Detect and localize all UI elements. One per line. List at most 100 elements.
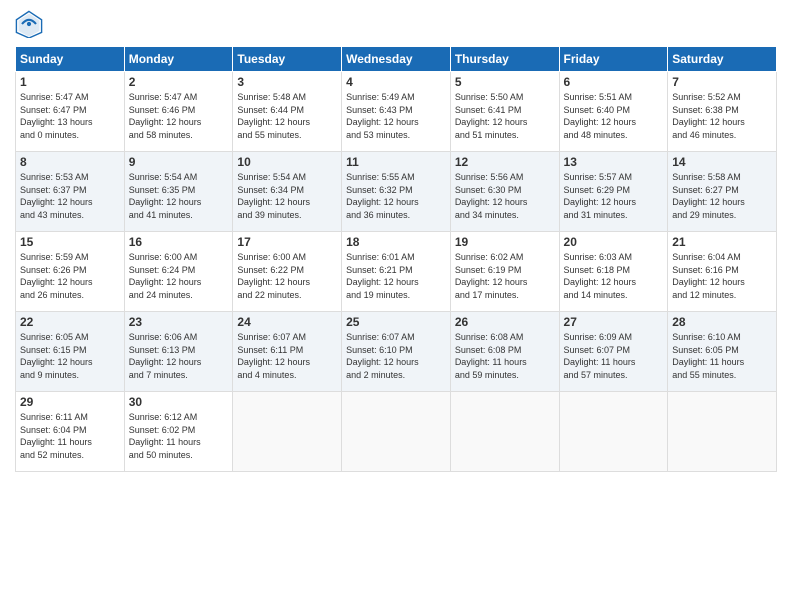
day-number: 4 [346,75,446,89]
calendar-cell [450,392,559,472]
day-info: Sunrise: 6:11 AMSunset: 6:04 PMDaylight:… [20,411,120,461]
day-number: 6 [564,75,664,89]
calendar-cell: 20 Sunrise: 6:03 AMSunset: 6:18 PMDayligh… [559,232,668,312]
calendar-cell: 29 Sunrise: 6:11 AMSunset: 6:04 PMDayligh… [16,392,125,472]
day-info: Sunrise: 5:57 AMSunset: 6:29 PMDaylight:… [564,171,664,221]
calendar-cell [233,392,342,472]
day-number: 22 [20,315,120,329]
calendar-cell: 17Sunrise: 6:00 AMSunset: 6:22 PMDayligh… [233,232,342,312]
calendar-cell: 24 Sunrise: 6:07 AMSunset: 6:11 PMDayligh… [233,312,342,392]
calendar-cell: 9 Sunrise: 5:54 AMSunset: 6:35 PMDaylight… [124,152,233,232]
day-info: Sunrise: 5:51 AMSunset: 6:40 PMDaylight:… [564,91,664,141]
col-header-friday: Friday [559,47,668,72]
day-number: 11 [346,155,446,169]
day-number: 13 [564,155,664,169]
col-header-wednesday: Wednesday [342,47,451,72]
day-info: Sunrise: 5:49 AMSunset: 6:43 PMDaylight:… [346,91,446,141]
day-info: Sunrise: 6:07 AMSunset: 6:10 PMDaylight:… [346,331,446,381]
day-number: 2 [129,75,229,89]
day-info: Sunrise: 6:03 AMSunset: 6:18 PMDaylight:… [564,251,664,301]
calendar-cell: 19 Sunrise: 6:02 AMSunset: 6:19 PMDayligh… [450,232,559,312]
day-info: Sunrise: 5:54 AMSunset: 6:34 PMDaylight:… [237,171,337,221]
calendar-row-3: 15 Sunrise: 5:59 AMSunset: 6:26 PMDayligh… [16,232,777,312]
day-number: 27 [564,315,664,329]
header-row: SundayMondayTuesdayWednesdayThursdayFrid… [16,47,777,72]
day-info: Sunrise: 5:56 AMSunset: 6:30 PMDaylight:… [455,171,555,221]
day-number: 28 [672,315,772,329]
calendar-cell: 6 Sunrise: 5:51 AMSunset: 6:40 PMDaylight… [559,72,668,152]
day-info: Sunrise: 6:02 AMSunset: 6:19 PMDaylight:… [455,251,555,301]
day-info: Sunrise: 5:54 AMSunset: 6:35 PMDaylight:… [129,171,229,221]
calendar-cell: 23 Sunrise: 6:06 AMSunset: 6:13 PMDayligh… [124,312,233,392]
day-info: Sunrise: 5:50 AMSunset: 6:41 PMDaylight:… [455,91,555,141]
calendar-cell: 21 Sunrise: 6:04 AMSunset: 6:16 PMDayligh… [668,232,777,312]
calendar-cell: 22 Sunrise: 6:05 AMSunset: 6:15 PMDayligh… [16,312,125,392]
day-number: 15 [20,235,120,249]
col-header-saturday: Saturday [668,47,777,72]
calendar-cell: 13 Sunrise: 5:57 AMSunset: 6:29 PMDayligh… [559,152,668,232]
calendar-cell: 11 Sunrise: 5:55 AMSunset: 6:32 PMDayligh… [342,152,451,232]
day-info: Sunrise: 6:12 AMSunset: 6:02 PMDaylight:… [129,411,229,461]
calendar-cell: 1 Sunrise: 5:47 AMSunset: 6:47 PMDaylight… [16,72,125,152]
day-number: 21 [672,235,772,249]
header [15,10,777,38]
calendar-cell: 28 Sunrise: 6:10 AMSunset: 6:05 PMDayligh… [668,312,777,392]
calendar-cell: 25 Sunrise: 6:07 AMSunset: 6:10 PMDayligh… [342,312,451,392]
day-number: 29 [20,395,120,409]
day-info: Sunrise: 6:00 AMSunset: 6:24 PMDaylight:… [129,251,229,301]
day-info: Sunrise: 6:07 AMSunset: 6:11 PMDaylight:… [237,331,337,381]
day-number: 18 [346,235,446,249]
day-number: 10 [237,155,337,169]
calendar-cell: 4 Sunrise: 5:49 AMSunset: 6:43 PMDaylight… [342,72,451,152]
day-info: Sunrise: 5:55 AMSunset: 6:32 PMDaylight:… [346,171,446,221]
col-header-monday: Monday [124,47,233,72]
day-info: Sunrise: 5:48 AMSunset: 6:44 PMDaylight:… [237,91,337,141]
day-number: 20 [564,235,664,249]
logo-icon [15,10,43,38]
day-info: Sunrise: 5:58 AMSunset: 6:27 PMDaylight:… [672,171,772,221]
day-info: Sunrise: 5:52 AMSunset: 6:38 PMDaylight:… [672,91,772,141]
day-number: 5 [455,75,555,89]
day-number: 16 [129,235,229,249]
day-number: 7 [672,75,772,89]
calendar-cell: 7 Sunrise: 5:52 AMSunset: 6:38 PMDaylight… [668,72,777,152]
day-number: 3 [237,75,337,89]
day-info: Sunrise: 5:47 AMSunset: 6:46 PMDaylight:… [129,91,229,141]
calendar-cell [559,392,668,472]
calendar-cell: 12Sunrise: 5:56 AMSunset: 6:30 PMDayligh… [450,152,559,232]
day-info: Sunrise: 6:10 AMSunset: 6:05 PMDaylight:… [672,331,772,381]
calendar-cell: 26Sunrise: 6:08 AMSunset: 6:08 PMDayligh… [450,312,559,392]
day-info: Sunrise: 6:09 AMSunset: 6:07 PMDaylight:… [564,331,664,381]
day-info: Sunrise: 6:05 AMSunset: 6:15 PMDaylight:… [20,331,120,381]
logo [15,10,47,38]
calendar-row-2: 8Sunrise: 5:53 AMSunset: 6:37 PMDaylight… [16,152,777,232]
day-info: Sunrise: 6:01 AMSunset: 6:21 PMDaylight:… [346,251,446,301]
calendar-row-1: 1 Sunrise: 5:47 AMSunset: 6:47 PMDaylight… [16,72,777,152]
calendar-row-4: 22 Sunrise: 6:05 AMSunset: 6:15 PMDayligh… [16,312,777,392]
calendar-cell: 2 Sunrise: 5:47 AMSunset: 6:46 PMDaylight… [124,72,233,152]
calendar-cell: 3 Sunrise: 5:48 AMSunset: 6:44 PMDaylight… [233,72,342,152]
day-number: 24 [237,315,337,329]
calendar-cell: 16 Sunrise: 6:00 AMSunset: 6:24 PMDayligh… [124,232,233,312]
calendar-cell: 27 Sunrise: 6:09 AMSunset: 6:07 PMDayligh… [559,312,668,392]
calendar-cell: 5 Sunrise: 5:50 AMSunset: 6:41 PMDaylight… [450,72,559,152]
col-header-sunday: Sunday [16,47,125,72]
day-info: Sunrise: 5:47 AMSunset: 6:47 PMDaylight:… [20,91,120,141]
day-info: Sunrise: 6:04 AMSunset: 6:16 PMDaylight:… [672,251,772,301]
day-info: Sunrise: 5:59 AMSunset: 6:26 PMDaylight:… [20,251,120,301]
page-container: SundayMondayTuesdayWednesdayThursdayFrid… [0,0,792,482]
calendar-cell: 14 Sunrise: 5:58 AMSunset: 6:27 PMDayligh… [668,152,777,232]
day-number: 23 [129,315,229,329]
day-number: 1 [20,75,120,89]
day-number: 14 [672,155,772,169]
calendar-cell [668,392,777,472]
calendar-table: SundayMondayTuesdayWednesdayThursdayFrid… [15,46,777,472]
calendar-row-5: 29 Sunrise: 6:11 AMSunset: 6:04 PMDayligh… [16,392,777,472]
day-number: 9 [129,155,229,169]
day-number: 25 [346,315,446,329]
day-info: Sunrise: 6:06 AMSunset: 6:13 PMDaylight:… [129,331,229,381]
day-number: 19 [455,235,555,249]
day-number: 26 [455,315,555,329]
calendar-cell: 18 Sunrise: 6:01 AMSunset: 6:21 PMDayligh… [342,232,451,312]
calendar-cell: 10 Sunrise: 5:54 AMSunset: 6:34 PMDayligh… [233,152,342,232]
